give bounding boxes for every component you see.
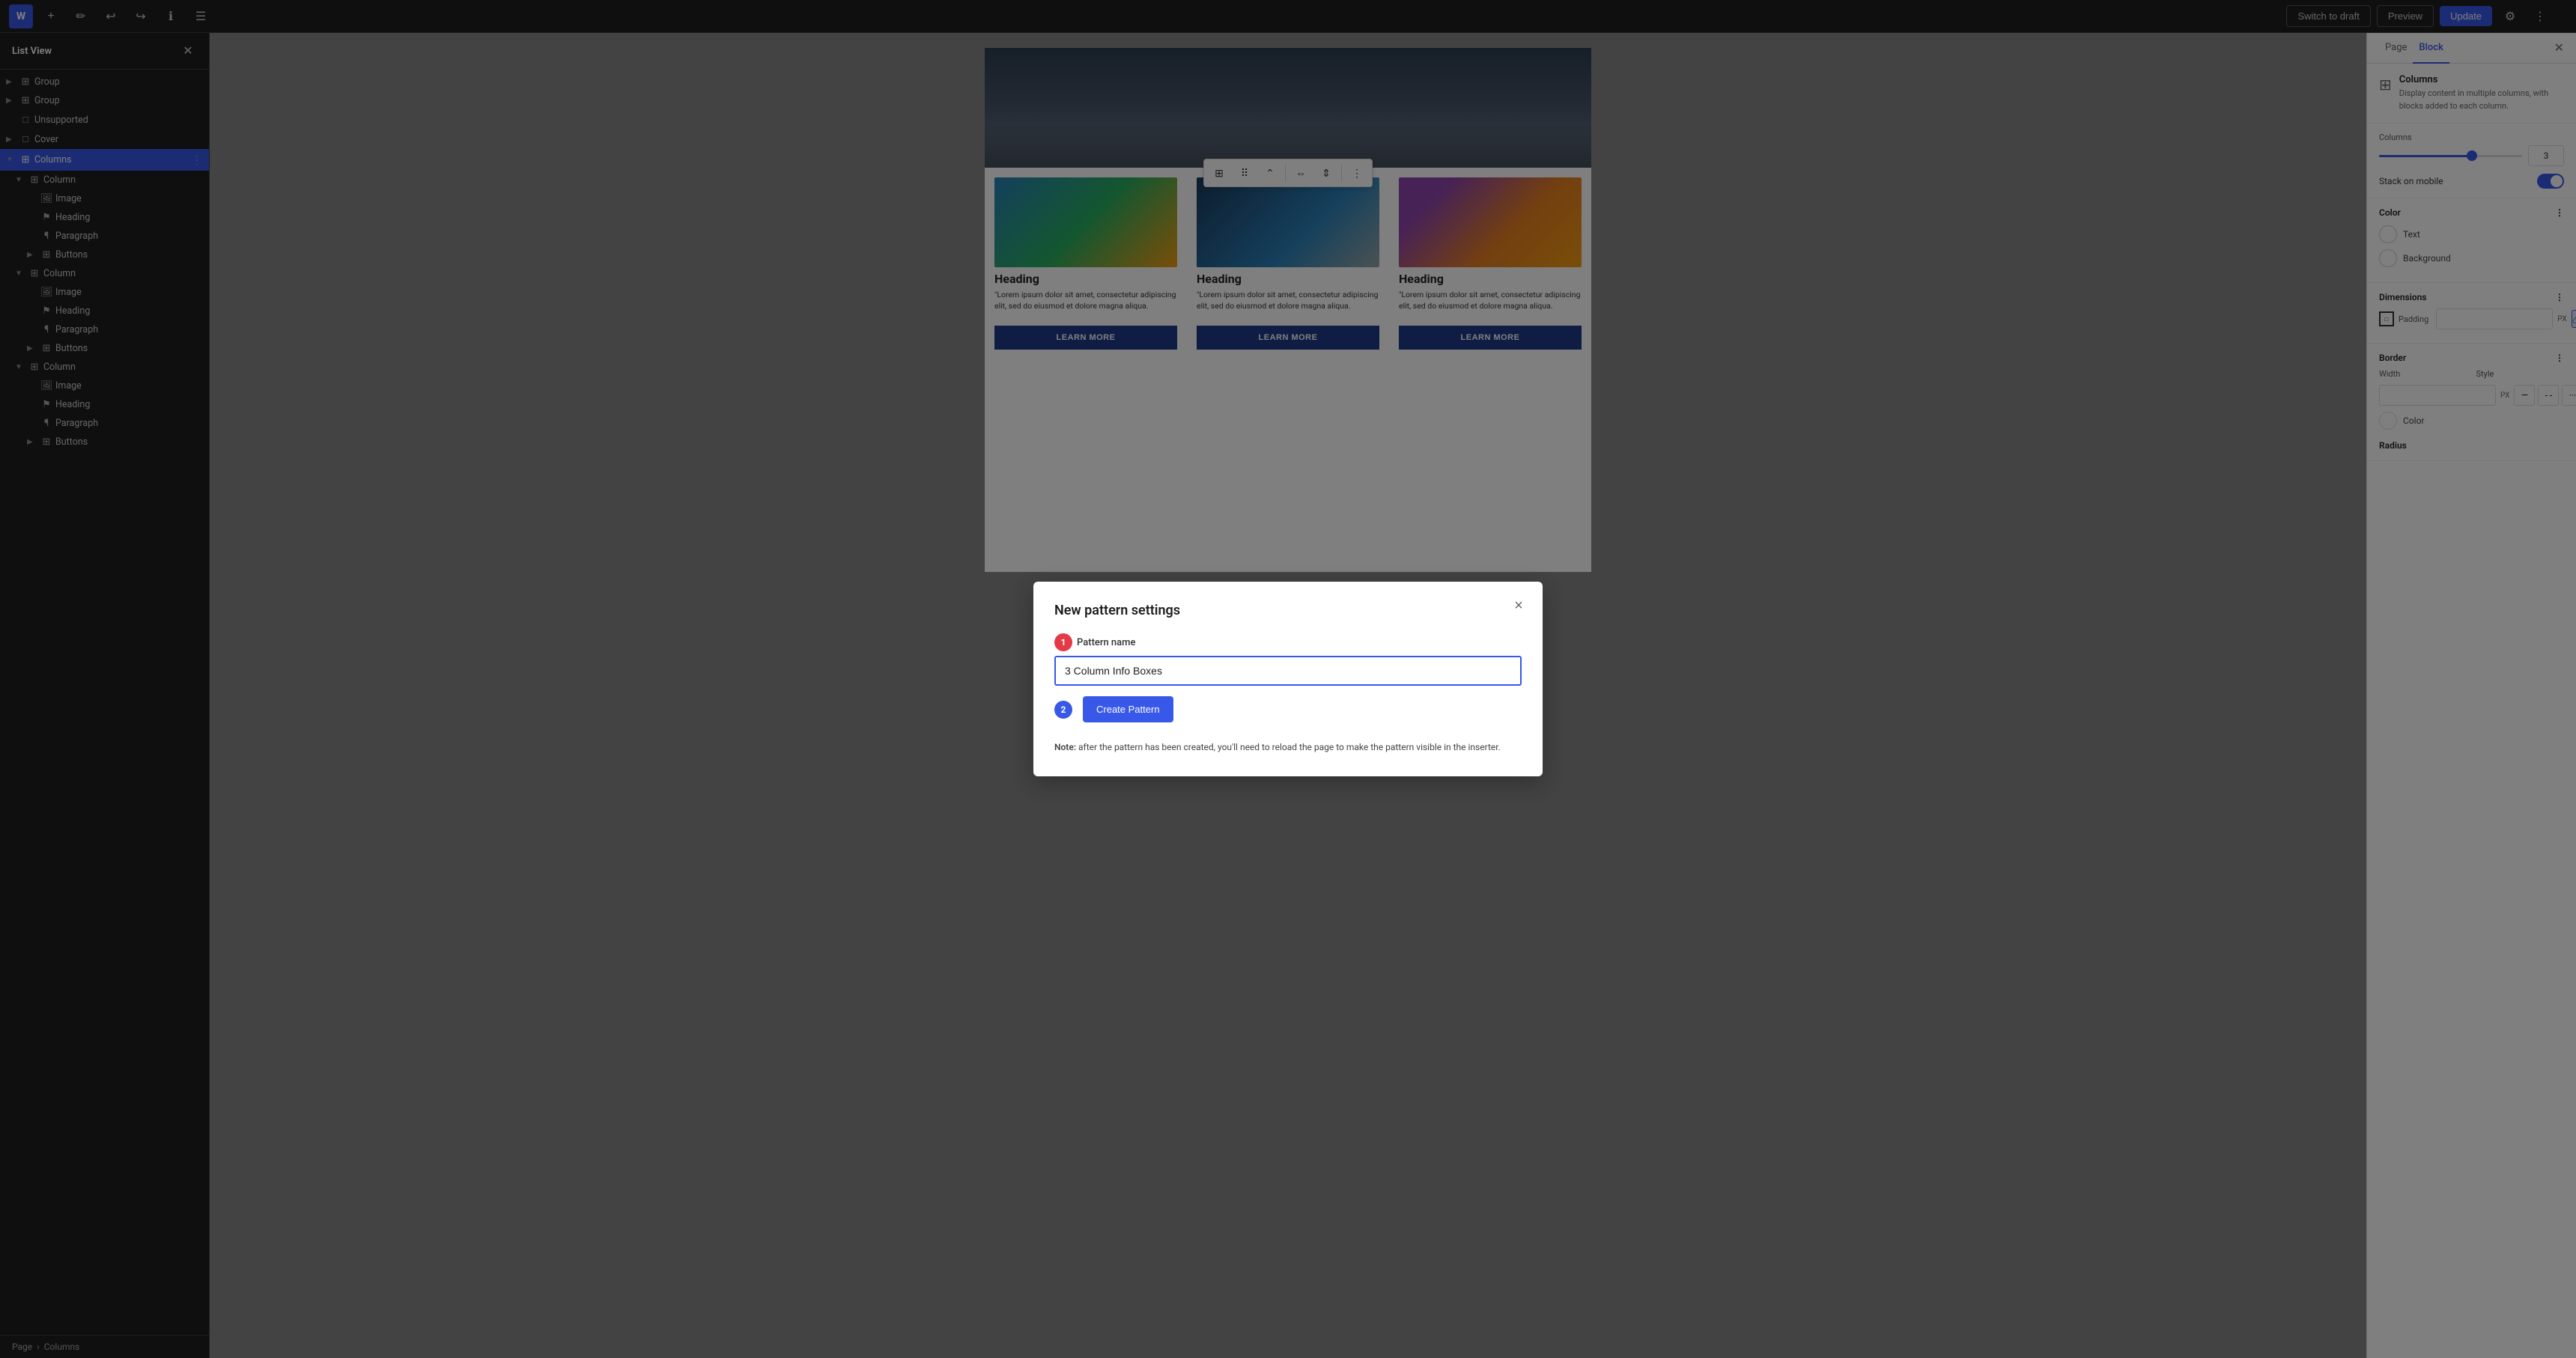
modal-note-strong: Note:: [1054, 742, 1076, 752]
modal-overlay[interactable]: New pattern settings × 1 Pattern name 2 …: [0, 0, 2576, 1358]
modal-pattern-name-label: Pattern name: [1077, 637, 1135, 648]
modal-create-pattern-button[interactable]: Create Pattern: [1083, 696, 1173, 722]
modal-title: New pattern settings: [1054, 603, 1522, 618]
modal-step1-row: 1 Pattern name: [1054, 633, 1522, 651]
modal-step1-badge: 1: [1054, 633, 1072, 651]
modal-note: Note: after the pattern has been created…: [1054, 740, 1522, 755]
modal-close-button[interactable]: ×: [1507, 594, 1531, 618]
modal-note-text: after the pattern has been created, you'…: [1078, 742, 1501, 752]
modal-pattern-name-input[interactable]: [1054, 656, 1522, 686]
modal-dialog: New pattern settings × 1 Pattern name 2 …: [1033, 582, 1543, 776]
modal-step2-badge: 2: [1054, 701, 1072, 719]
modal-step2-row: 2 Create Pattern: [1054, 696, 1522, 722]
